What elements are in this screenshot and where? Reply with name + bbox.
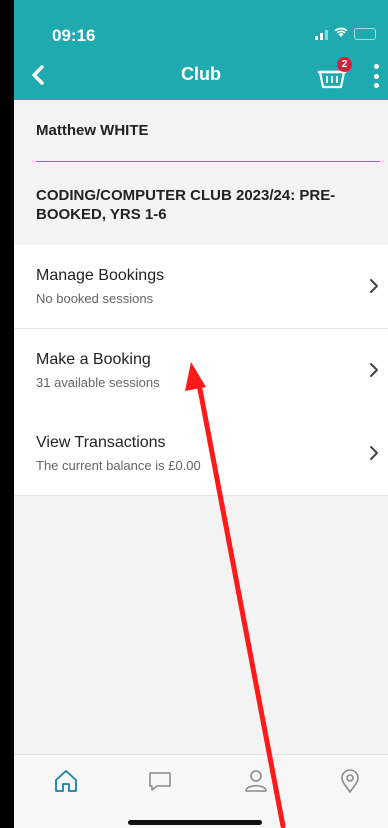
menu-list: Manage Bookings No booked sessions Make … [14,245,388,496]
basket-button[interactable]: 2 [314,57,352,93]
dot [373,73,379,79]
club-header: Matthew WHITE CODING/COMPUTER CLUB 2023/… [14,100,388,245]
menu-item-label: View Transactions [36,434,166,451]
tab-messages[interactable] [146,767,174,795]
tab-location[interactable] [336,767,364,795]
menu-item-subtitle: No booked sessions [36,291,154,306]
student-name: Matthew WHITE [36,122,149,139]
nav-bar: Club 2 [14,50,388,100]
more-options-button[interactable] [370,64,382,88]
home-icon [55,770,77,792]
dot [373,64,379,69]
battery-icon [354,27,376,40]
menu-item-subtitle: 31 available sessions [36,375,160,390]
status-bar: 09:16 [14,0,388,50]
tab-profile[interactable] [242,767,270,795]
phone-screen: 09:16 Club 2 Matthew WHITE CODING/COMPUT… [14,0,388,828]
status-icons [315,27,376,40]
home-indicator [128,820,262,825]
status-time: 09:16 [52,26,96,45]
club-title: CODING/COMPUTER CLUB 2023/24: PRE-BOOKED… [36,187,336,223]
menu-item-view-transactions[interactable]: View Transactions The current balance is… [14,412,388,496]
menu-item-label: Manage Bookings [36,267,165,284]
wifi-icon [334,27,348,40]
location-pin-icon [341,769,359,793]
menu-item-label: Make a Booking [36,351,151,368]
chat-icon [149,772,171,791]
cart-badge: 2 [337,57,352,72]
chevron-right-icon [370,279,378,293]
chevron-right-icon [370,363,378,377]
tab-home[interactable] [52,767,80,795]
signal-icon [315,28,328,40]
menu-item-subtitle: The current balance is £0.00 [36,458,201,473]
menu-item-manage-bookings[interactable]: Manage Bookings No booked sessions [14,245,388,329]
divider [36,161,380,162]
dot [373,83,379,88]
tab-bar [14,754,388,828]
user-icon [245,770,267,792]
chevron-right-icon [370,446,378,460]
menu-item-make-booking[interactable]: Make a Booking 31 available sessions [14,329,388,412]
